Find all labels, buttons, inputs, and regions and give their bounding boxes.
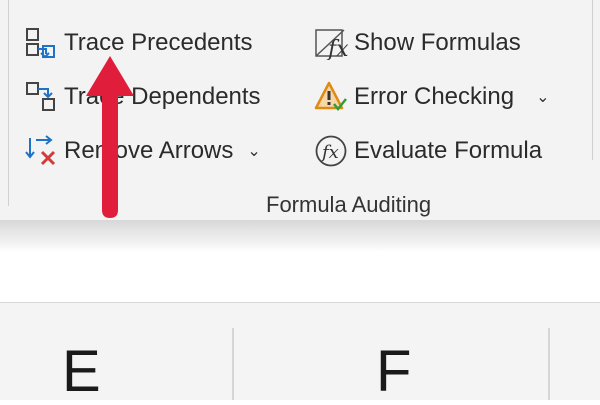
evaluate-formula-icon: fx: [314, 134, 348, 168]
trace-dependents-button[interactable]: Trace Dependents: [24, 80, 261, 114]
column-header-f[interactable]: F: [376, 338, 411, 405]
trace-dependents-icon: [24, 80, 58, 114]
trace-precedents-button[interactable]: Trace Precedents: [24, 26, 253, 60]
remove-arrows-button[interactable]: Remove Arrows ⌄: [24, 134, 261, 168]
formula-auditing-group-label: Formula Auditing: [266, 192, 432, 217]
trace-precedents-icon: [24, 26, 58, 60]
show-formulas-button[interactable]: fx Show Formulas: [314, 26, 521, 62]
error-checking-button[interactable]: Error Checking ⌄: [314, 80, 549, 114]
evaluate-formula-label: Evaluate Formula: [354, 137, 543, 164]
column-header-separator: [548, 328, 550, 400]
svg-text:fx: fx: [320, 142, 339, 163]
remove-arrows-icon: [24, 134, 58, 168]
ribbon-right-divider: [592, 0, 593, 160]
column-header-e[interactable]: E: [62, 338, 101, 405]
ribbon-left-divider: [8, 0, 9, 206]
show-formulas-icon: fx: [314, 26, 349, 62]
column-header-separator: [232, 328, 234, 400]
show-formulas-label: Show Formulas: [354, 29, 521, 56]
error-checking-label: Error Checking: [354, 83, 515, 110]
red-annotation-arrow-icon: [86, 56, 134, 218]
remove-arrows-dropdown-chevron-icon[interactable]: ⌄: [247, 141, 260, 161]
evaluate-formula-button[interactable]: fx Evaluate Formula: [314, 134, 542, 168]
error-checking-dropdown-chevron-icon[interactable]: ⌄: [536, 87, 549, 107]
error-checking-icon: [314, 80, 348, 114]
ribbon-bottom-shadow: [0, 220, 600, 252]
svg-text:fx: fx: [326, 37, 349, 60]
